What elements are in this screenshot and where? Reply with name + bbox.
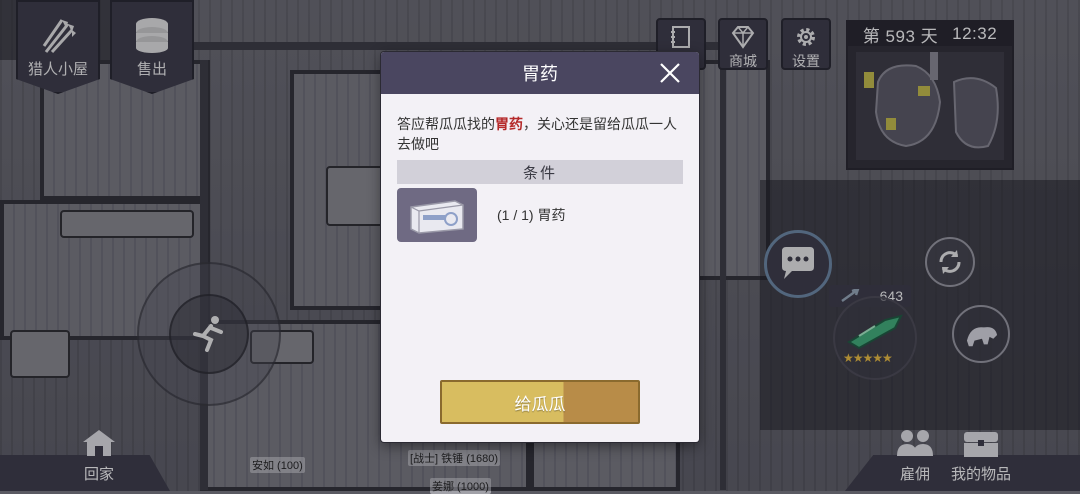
description-text: 答应帮瓜瓜找的 bbox=[397, 116, 495, 132]
item-slot[interactable] bbox=[397, 188, 477, 242]
medicine-box-icon bbox=[410, 200, 464, 234]
dialog-header: 胃药 bbox=[381, 52, 699, 94]
highlighted-item-name: 胃药 bbox=[495, 116, 523, 132]
conditions-header: 条件 bbox=[397, 160, 683, 184]
close-icon[interactable] bbox=[657, 60, 683, 86]
quest-dialog: 胃药 答应帮瓜瓜找的胃药，关心还是留给瓜瓜一人去做吧 条件 (1 / 1) 胃药… bbox=[381, 52, 699, 442]
dialog-description: 答应帮瓜瓜找的胃药，关心还是留给瓜瓜一人去做吧 bbox=[397, 114, 683, 154]
conditions-label: 条件 bbox=[522, 164, 557, 182]
requirement-row: (1 / 1) 胃药 bbox=[397, 188, 699, 242]
give-item-button[interactable]: 给瓜瓜 bbox=[440, 380, 640, 424]
requirement-text: (1 / 1) 胃药 bbox=[497, 207, 566, 223]
give-button-label: 给瓜瓜 bbox=[514, 394, 566, 414]
dialog-title: 胃药 bbox=[522, 64, 558, 84]
